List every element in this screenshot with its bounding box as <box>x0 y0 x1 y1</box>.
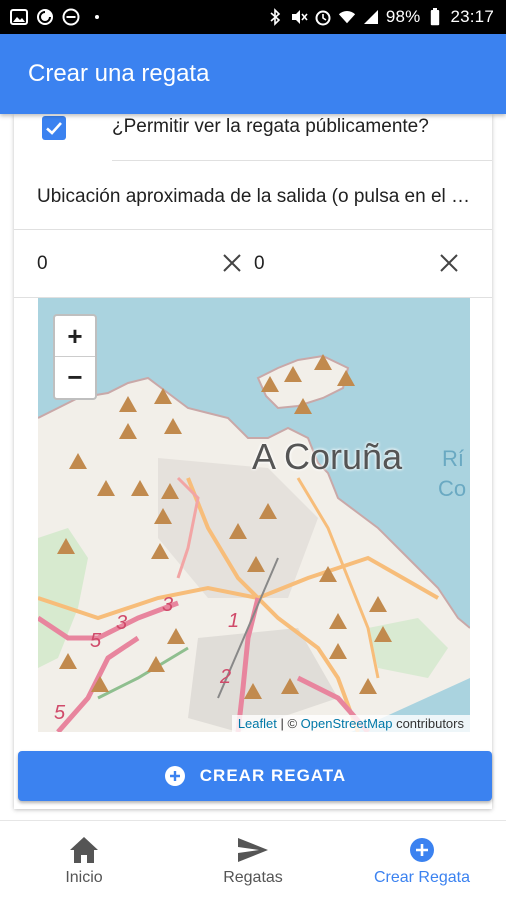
add-circle-icon <box>164 766 185 786</box>
nav-label-crear-regata: Crear Regata <box>373 869 471 886</box>
map-partial-label: Rí <box>442 446 464 471</box>
road-number: 1 <box>228 610 240 632</box>
battery-icon <box>426 8 444 26</box>
battery-percent: 98% <box>385 7 421 26</box>
dot-icon <box>88 8 106 26</box>
app-bar: Crear una regata <box>0 34 506 114</box>
signal-icon <box>362 8 380 26</box>
map-zoom-control: + − <box>53 314 97 400</box>
zoom-out-button[interactable]: − <box>55 357 95 398</box>
status-left <box>10 0 106 34</box>
alarm-icon <box>314 8 332 26</box>
close-icon <box>223 254 241 272</box>
location-label: Ubicación aproximada de la salida (o pul… <box>37 186 477 207</box>
do-not-disturb-icon <box>62 8 80 26</box>
attribution-suffix: contributors <box>392 716 464 731</box>
create-regatta-label: CREAR REGATA <box>199 766 347 785</box>
image-icon <box>10 8 28 26</box>
road-number: 5 <box>90 630 102 652</box>
page-title: Crear una regata <box>28 60 210 87</box>
public-visibility-row[interactable]: ¿Permitir ver la regata públicamente? <box>14 114 492 162</box>
map-partial-label: Co <box>438 476 467 501</box>
nav-item-inicio[interactable]: Inicio <box>0 821 168 900</box>
road-number: 5 <box>54 702 66 724</box>
openstreetmap-link[interactable]: OpenStreetMap <box>301 716 393 731</box>
divider <box>14 229 492 230</box>
send-icon <box>169 835 337 865</box>
close-icon <box>440 254 458 272</box>
divider <box>112 160 492 161</box>
create-regatta-button[interactable]: CREAR REGATA <box>18 751 492 801</box>
bottom-navigation: Inicio Regatas Crear Regata <box>0 820 506 900</box>
nav-item-regatas[interactable]: Regatas <box>169 821 337 900</box>
latitude-input[interactable]: 0 <box>37 253 48 275</box>
nav-label-regatas: Regatas <box>223 869 283 886</box>
leaflet-link[interactable]: Leaflet <box>238 716 277 731</box>
home-icon <box>0 835 168 865</box>
create-regatta-form: ¿Permitir ver la regata públicamente? Ub… <box>14 114 492 809</box>
location-map[interactable]: A Coruña Rí Co 1 2 3 3 5 5 + − Leaflet |… <box>38 298 470 732</box>
map-city-label: A Coruña <box>252 436 403 477</box>
bluetooth-icon <box>266 8 284 26</box>
add-circle-icon <box>338 835 506 865</box>
public-visibility-label: ¿Permitir ver la regata públicamente? <box>112 116 429 137</box>
sync-icon <box>36 8 54 26</box>
mute-icon <box>290 8 308 26</box>
longitude-input[interactable]: 0 <box>254 253 265 275</box>
check-icon <box>46 122 62 135</box>
attribution-separator: | © <box>276 716 301 731</box>
road-number: 3 <box>162 594 174 616</box>
clear-latitude-button[interactable] <box>220 251 244 275</box>
status-right: 98% 23:17 <box>266 0 494 34</box>
road-number: 3 <box>116 612 128 634</box>
status-bar: 98% 23:17 <box>0 0 506 34</box>
nav-item-crear-regata[interactable]: Crear Regata <box>338 821 506 900</box>
public-visibility-checkbox[interactable] <box>42 116 66 140</box>
clock: 23:17 <box>450 7 494 26</box>
clear-longitude-button[interactable] <box>437 251 461 275</box>
map-attribution: Leaflet | © OpenStreetMap contributors <box>231 715 470 732</box>
wifi-icon <box>338 8 356 26</box>
road-number: 2 <box>220 666 232 688</box>
zoom-in-button[interactable]: + <box>55 316 95 357</box>
map-tiles <box>38 354 470 732</box>
nav-label-inicio: Inicio <box>65 869 103 886</box>
